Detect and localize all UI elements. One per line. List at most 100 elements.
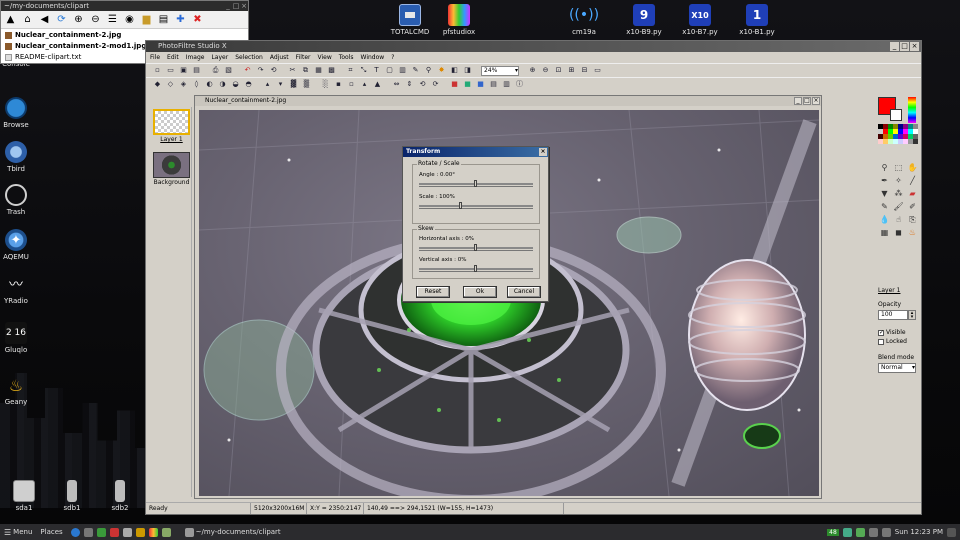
full-screen-icon[interactable]: ▭ [592, 65, 603, 76]
histogram-icon[interactable]: ▥ [501, 79, 512, 90]
layer-item-layer1[interactable]: Layer 1 [153, 109, 190, 143]
color-icon[interactable]: ◧ [449, 65, 460, 76]
horizontal-skew-slider[interactable] [419, 244, 533, 251]
zoom-select[interactable]: 24% ▾ [481, 65, 519, 76]
close-x-icon[interactable]: ✖ [190, 13, 205, 27]
app-icon[interactable] [135, 527, 145, 537]
browser-icon[interactable] [70, 527, 80, 537]
menu-window[interactable]: Window [361, 52, 385, 63]
zoom-in-icon[interactable]: ⊕ [71, 13, 86, 27]
keyboard-icon[interactable] [881, 527, 891, 537]
desktop-icon-x10-b1[interactable]: 1 x10-B1.py [733, 4, 781, 36]
desktop-icon-pfstudiox[interactable]: pfstudiox [435, 4, 483, 36]
fit-window-icon[interactable]: ⊞ [566, 65, 577, 76]
pen-icon[interactable]: ✐ [906, 201, 919, 213]
frame-icon[interactable]: ▢ [384, 65, 395, 76]
angle-slider[interactable] [419, 180, 533, 187]
list-view-icon[interactable]: ☰ [105, 13, 120, 27]
minimize-icon[interactable]: _ [224, 1, 232, 11]
print-icon[interactable]: ⎙ [210, 65, 221, 76]
slider-thumb[interactable] [474, 180, 477, 187]
new-icon[interactable]: ▫ [152, 65, 163, 76]
copy-icon[interactable]: ⧉ [300, 65, 311, 76]
gamma-down-icon[interactable]: ▾ [275, 79, 286, 90]
sharpen-more-icon[interactable]: ▲ [372, 79, 383, 90]
actual-size-icon[interactable]: ⊡ [553, 65, 564, 76]
opacity-spinner[interactable]: ▴ ▾ [908, 310, 916, 320]
start-menu-button[interactable]: ☰ Menu [0, 528, 36, 537]
desktop-icon-geany[interactable]: ♨ Geany [0, 374, 40, 407]
eyedropper-icon[interactable]: ⚲ [878, 162, 891, 174]
palette-icon[interactable]: ■ [475, 79, 486, 90]
up-arrow-icon[interactable]: ▲ [3, 13, 18, 27]
gamma-up-icon[interactable]: ▴ [262, 79, 273, 90]
dialog-titlebar[interactable]: Transform × [403, 147, 548, 157]
maximize-icon[interactable]: □ [900, 42, 909, 51]
redo-icon[interactable]: ↷ [255, 65, 266, 76]
drive-sdb1[interactable]: sdb1 [48, 480, 96, 512]
wand-icon[interactable]: ✧ [892, 175, 905, 187]
undo-all-icon[interactable]: ⟲ [268, 65, 279, 76]
blur-icon[interactable]: ▫ [346, 79, 357, 90]
reset-button[interactable]: Reset [416, 286, 450, 298]
ok-button[interactable]: Ok [463, 286, 497, 298]
drive-sda1[interactable]: sda1 [0, 480, 48, 512]
brush-icon[interactable]: 🖌 [892, 201, 905, 213]
pencil-icon[interactable]: ✎ [878, 201, 891, 213]
menu-selection[interactable]: Selection [235, 52, 263, 63]
desktop-icon-gluqlo[interactable]: 2 16 Gluqlo [0, 322, 40, 354]
desktop-icon-trash[interactable]: Trash [0, 184, 40, 216]
close-icon[interactable]: × [812, 97, 820, 105]
saturation-down-icon[interactable]: ◓ [243, 79, 254, 90]
layer-item-background[interactable]: Background [153, 152, 190, 186]
close-icon[interactable]: × [539, 148, 547, 156]
pfstudio-icon[interactable] [148, 527, 158, 537]
app-icon[interactable] [109, 527, 119, 537]
app-icon[interactable] [96, 527, 106, 537]
rotate-right-icon[interactable]: ⟳ [430, 79, 441, 90]
palette-swatch[interactable] [913, 139, 918, 144]
photofiltre-titlebar[interactable]: PhotoFiltre Studio X _ □ × [146, 41, 921, 52]
stamp-icon[interactable]: ⚲ [423, 65, 434, 76]
rgb-icon[interactable]: ■ [449, 79, 460, 90]
brush-icon[interactable]: ✎ [410, 65, 421, 76]
menu-tools[interactable]: Tools [339, 52, 354, 63]
close-icon[interactable]: × [910, 42, 919, 51]
sepia-icon[interactable]: ▒ [301, 79, 312, 90]
menu-adjust[interactable]: Adjust [270, 52, 289, 63]
finger-icon[interactable]: ☝ [892, 214, 905, 226]
zoom-out-icon[interactable]: ⊖ [88, 13, 103, 27]
paste-as-icon[interactable]: ▩ [326, 65, 337, 76]
hue-icon[interactable]: ■ [462, 79, 473, 90]
mirror-icon[interactable]: ⇔ [391, 79, 402, 90]
folder-icon[interactable]: ▆ [139, 13, 154, 27]
minimize-icon[interactable]: _ [890, 42, 899, 51]
app-icon[interactable] [122, 527, 132, 537]
menu-edit[interactable]: Edit [167, 52, 179, 63]
fit-image-icon[interactable]: ⊟ [579, 65, 590, 76]
crop-icon[interactable]: ⌗ [345, 65, 356, 76]
visible-checkbox-row[interactable]: ✓ Visible [878, 329, 906, 336]
open-icon[interactable]: ▭ [165, 65, 176, 76]
desktop-icon-cm19a[interactable]: ((•)) cm19a [560, 4, 608, 36]
maximize-icon[interactable]: □ [803, 97, 811, 105]
zoom-in-icon[interactable]: ⊕ [527, 65, 538, 76]
effect-icon[interactable]: ✸ [436, 65, 447, 76]
tray-badge[interactable]: 48 [827, 528, 839, 536]
grayscale-icon[interactable]: ▓ [288, 79, 299, 90]
drive-sdb2[interactable]: sdb2 [96, 480, 144, 512]
blend-mode-select[interactable]: Normal ▾ [878, 363, 916, 373]
line-icon[interactable]: ╱ [906, 175, 919, 187]
picker-icon[interactable]: ✒ [878, 175, 891, 187]
info-icon[interactable]: ⓘ [514, 79, 525, 90]
eraser-icon[interactable]: ▰ [906, 188, 919, 200]
menu-layer[interactable]: Layer [211, 52, 228, 63]
save-as-icon[interactable]: ▤ [191, 65, 202, 76]
auto-contrast-icon[interactable]: ◇ [165, 79, 176, 90]
app-icon[interactable] [161, 527, 171, 537]
close-icon[interactable]: × [240, 1, 248, 11]
desktop-icon-yradio[interactable]: 〰 YRadio [0, 273, 40, 305]
contrast-down-icon[interactable]: ◑ [217, 79, 228, 90]
battery-icon[interactable] [855, 527, 865, 537]
network-icon[interactable] [842, 527, 852, 537]
